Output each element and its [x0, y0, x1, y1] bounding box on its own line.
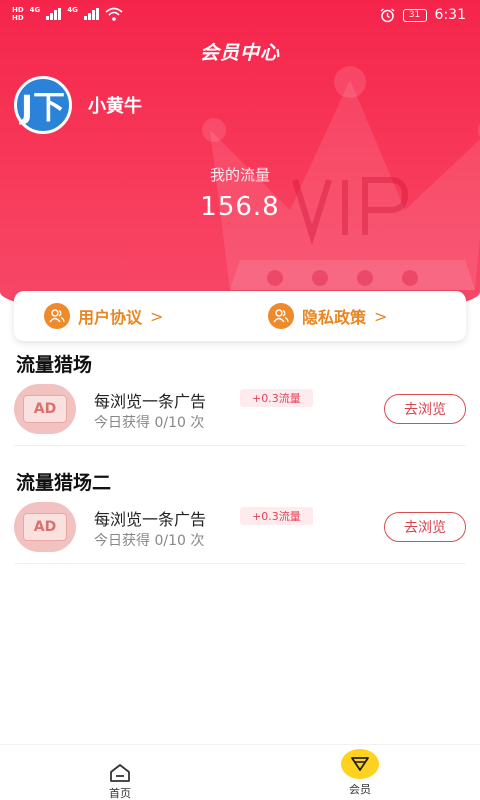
- task-progress: 今日获得 0/10 次: [94, 415, 205, 431]
- tab-home-label: 首页: [109, 787, 131, 800]
- status-system: 31 6:31: [380, 7, 466, 23]
- task-title: 每浏览一条广告: [94, 392, 207, 411]
- traffic-label: 我的流量: [209, 166, 270, 184]
- ad-icon: AD: [14, 502, 76, 552]
- users-icon: [268, 303, 294, 329]
- chevron-right-icon: >: [150, 306, 164, 326]
- agreement-links-card: 用户协议 > 隐私政策 >: [14, 291, 466, 341]
- bottom-tab-bar: 首页 会员: [0, 744, 480, 800]
- diamond-icon: [341, 749, 379, 779]
- user-profile[interactable]: J下 小黄牛: [14, 76, 142, 134]
- battery-icon: 31: [402, 8, 427, 22]
- task-progress: 今日获得 0/10 次: [94, 533, 205, 549]
- alarm-icon: [380, 7, 394, 22]
- header-banner: HD HD 4G 4G 31 6:31 会员中心 J下 小黄牛 我的流量 156…: [0, 0, 480, 320]
- traffic-value: 156.8: [200, 192, 280, 222]
- hd-badge: HD: [12, 6, 24, 14]
- tab-member-label: 会员: [349, 783, 371, 796]
- status-network: HD HD 4G 4G: [12, 6, 123, 22]
- hd-badge: HD: [12, 14, 24, 22]
- clock-time: 6:31: [434, 7, 466, 23]
- signal-icon: [83, 8, 99, 20]
- vip-crown-icon: [202, 66, 480, 290]
- wifi-icon: [105, 7, 123, 21]
- status-bar: HD HD 4G 4G 31 6:31: [0, 0, 480, 32]
- username: 小黄牛: [88, 96, 142, 117]
- network-type: 4G: [29, 6, 41, 14]
- users-icon: [44, 303, 70, 329]
- chevron-right-icon: >: [374, 306, 388, 326]
- page-title: 会员中心: [199, 42, 280, 64]
- browse-button[interactable]: 去浏览: [384, 512, 466, 542]
- reward-badge: +0.3流量: [240, 389, 313, 407]
- network-type: 4G: [67, 6, 78, 14]
- task-row: AD 每浏览一条广告 +0.3流量 今日获得 0/10 次 去浏览: [14, 384, 466, 446]
- tab-home[interactable]: 首页: [80, 745, 160, 800]
- signal-icon: [46, 8, 62, 20]
- privacy-policy-link[interactable]: 隐私政策 >: [268, 303, 387, 329]
- home-icon: [110, 764, 130, 782]
- task-row: AD 每浏览一条广告 +0.3流量 今日获得 0/10 次 去浏览: [14, 502, 466, 564]
- reward-badge: +0.3流量: [240, 507, 313, 525]
- user-agreement-label: 用户协议: [78, 308, 143, 327]
- avatar[interactable]: J下: [14, 76, 72, 134]
- privacy-policy-label: 隐私政策: [302, 308, 367, 327]
- task-title: 每浏览一条广告: [94, 510, 207, 529]
- section-title: 流量猎场二: [16, 472, 112, 494]
- section-title: 流量猎场: [16, 354, 93, 376]
- tab-member[interactable]: 会员: [320, 745, 400, 800]
- browse-button[interactable]: 去浏览: [384, 394, 466, 424]
- app-root: HD HD 4G 4G 31 6:31 会员中心 J下 小黄牛 我的流量 156…: [0, 0, 480, 800]
- section-traffic-hunt: 流量猎场 AD 每浏览一条广告 +0.3流量 今日获得 0/10 次 去浏览: [0, 348, 480, 448]
- user-agreement-link[interactable]: 用户协议 >: [44, 303, 163, 329]
- section-traffic-hunt-two: 流量猎场二 AD 每浏览一条广告 +0.3流量 今日获得 0/10 次 去浏览: [0, 466, 480, 566]
- ad-icon: AD: [14, 384, 76, 434]
